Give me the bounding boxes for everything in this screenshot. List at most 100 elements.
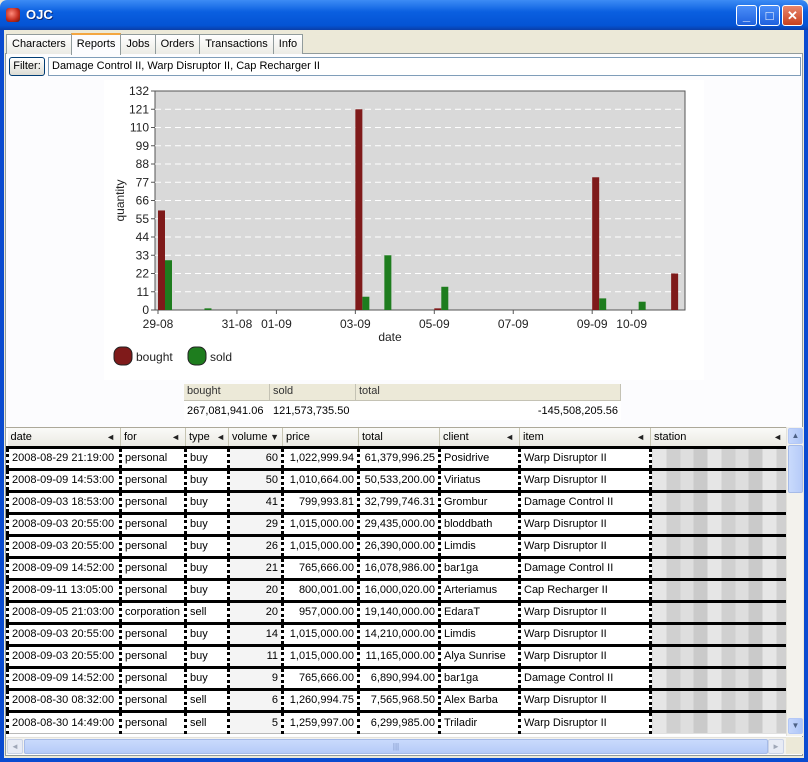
table-row[interactable]: 2008-08-30 08:32:00 personal sell 6 1,260,99… xyxy=(6,687,786,712)
cell-date: 2008-08-29 21:19:00 xyxy=(6,445,121,470)
cell-client: Triladir xyxy=(438,709,520,734)
cell-total: 6,299,985.00 xyxy=(357,709,440,734)
cell-item: Cap Recharger II xyxy=(518,577,651,602)
cell-for: personal xyxy=(119,489,186,514)
cell-total: 6,890,994.00 xyxy=(357,665,440,690)
horizontal-scrollbar[interactable]: ◄ ||| ► xyxy=(6,737,786,754)
window-title: OJC xyxy=(26,7,53,22)
column-header-total[interactable]: total xyxy=(358,428,440,448)
cell-item: Warp Disruptor II xyxy=(518,511,651,536)
column-header-station[interactable]: station ◄ xyxy=(650,428,786,448)
column-header-price[interactable]: price xyxy=(282,428,359,448)
scroll-left-icon[interactable]: ◄ xyxy=(7,739,23,754)
table-row[interactable]: 2008-09-05 21:03:00 corporation sell 20 957,… xyxy=(6,599,786,624)
cell-client: Limdis xyxy=(438,533,520,558)
cell-client: Limdis xyxy=(438,621,520,646)
table-row[interactable]: 2008-09-03 20:55:00 personal buy 29 1,015,00… xyxy=(6,511,786,536)
tab-transactions[interactable]: Transactions xyxy=(199,34,274,54)
cell-volume: 5 xyxy=(227,709,283,734)
cell-client: bar1ga xyxy=(438,555,520,580)
legend-swatch-bought xyxy=(113,346,133,366)
cell-price: 1,015,000.00 xyxy=(281,511,359,536)
table-row[interactable]: 2008-09-09 14:53:00 personal buy 50 1,010,66… xyxy=(6,467,786,492)
tab-jobs[interactable]: Jobs xyxy=(120,34,156,54)
cell-type: sell xyxy=(184,599,229,624)
cell-station xyxy=(649,555,786,580)
cell-item: Warp Disruptor II xyxy=(518,687,651,712)
column-header-label: total xyxy=(362,430,383,443)
cell-station xyxy=(649,577,786,602)
cell-price: 799,993.81 xyxy=(281,489,359,514)
table-row[interactable]: 2008-09-03 18:53:00 personal buy 41 799,993.… xyxy=(6,489,786,514)
scroll-right-icon[interactable]: ► xyxy=(768,739,784,754)
cell-client: Posidrive xyxy=(438,445,520,470)
cell-station xyxy=(649,533,786,558)
cell-station xyxy=(649,709,786,734)
cell-total: 16,000,020.00 xyxy=(357,577,440,602)
filter-button[interactable]: Filter: xyxy=(9,57,45,76)
column-header-item[interactable]: item ◄ xyxy=(519,428,651,448)
sort-down-icon: ▼ xyxy=(270,432,279,442)
totals-panel: bought sold total 267,081,941.06 121,573… xyxy=(184,384,621,420)
x-tick-label: 10-09 xyxy=(616,317,647,331)
scroll-up-icon[interactable]: ▲ xyxy=(788,428,803,444)
cell-client: EdaraT xyxy=(438,599,520,624)
table-row[interactable]: 2008-09-09 14:52:00 personal buy 9 765,666.0… xyxy=(6,665,786,690)
cell-for: personal xyxy=(119,445,186,470)
cell-for: personal xyxy=(119,577,186,602)
cell-for: personal xyxy=(119,687,186,712)
maximize-button[interactable]: □ xyxy=(759,5,780,26)
cell-date: 2008-09-03 20:55:00 xyxy=(6,643,121,668)
totals-value-bought: 267,081,941.06 xyxy=(187,405,264,417)
cell-price: 1,015,000.00 xyxy=(281,643,359,668)
table-row[interactable]: 2008-08-30 14:49:00 personal sell 5 1,259,99… xyxy=(6,709,786,734)
table-row[interactable]: 2008-09-11 13:05:00 personal buy 20 800,001.… xyxy=(6,577,786,602)
filter-input[interactable]: Damage Control II, Warp Disruptor II, Ca… xyxy=(48,57,801,76)
tab-orders[interactable]: Orders xyxy=(154,34,201,54)
cell-type: buy xyxy=(184,511,229,536)
cell-type: buy xyxy=(184,445,229,470)
tab-characters[interactable]: Characters xyxy=(6,34,72,54)
cell-station xyxy=(649,445,786,470)
minimize-button[interactable]: _ xyxy=(736,5,757,26)
table-row[interactable]: 2008-09-03 20:55:00 personal buy 11 1,015,00… xyxy=(6,643,786,668)
y-tick-label: 121 xyxy=(129,102,149,116)
cell-client: Alya Sunrise xyxy=(438,643,520,668)
window-frame-right xyxy=(804,30,808,762)
cell-type: buy xyxy=(184,643,229,668)
cell-for: personal xyxy=(119,555,186,580)
cell-volume: 6 xyxy=(227,687,283,712)
cell-price: 957,000.00 xyxy=(281,599,359,624)
tab-reports[interactable]: Reports xyxy=(70,33,122,55)
vertical-scrollbar[interactable]: ▲ ▼ xyxy=(786,427,803,736)
scroll-down-icon[interactable]: ▼ xyxy=(788,718,803,734)
window-frame-bottom xyxy=(0,758,808,762)
table-row[interactable]: 2008-08-29 21:19:00 personal buy 60 1,022,99… xyxy=(6,445,786,470)
sort-left-icon: ◄ xyxy=(636,432,645,442)
cell-date: 2008-09-03 20:55:00 xyxy=(6,511,121,536)
sort-left-icon: ◄ xyxy=(773,432,782,442)
sort-left-icon: ◄ xyxy=(171,432,180,442)
horizontal-scroll-thumb[interactable]: ||| xyxy=(24,739,768,754)
cell-date: 2008-09-09 14:52:00 xyxy=(6,555,121,580)
cell-date: 2008-09-03 18:53:00 xyxy=(6,489,121,514)
cell-type: buy xyxy=(184,555,229,580)
cell-item: Warp Disruptor II xyxy=(518,599,651,624)
column-header-type[interactable]: type ◄ xyxy=(185,428,229,448)
bar-sold xyxy=(362,296,370,310)
column-header-client[interactable]: client ◄ xyxy=(439,428,520,448)
table-row[interactable]: 2008-09-03 20:55:00 personal buy 26 1,015,00… xyxy=(6,533,786,558)
column-header-label: price xyxy=(286,430,310,443)
table-row[interactable]: 2008-09-03 20:55:00 personal buy 14 1,015,00… xyxy=(6,621,786,646)
cell-price: 1,010,664.00 xyxy=(281,467,359,492)
cell-volume: 14 xyxy=(227,621,283,646)
column-header-for[interactable]: for ◄ xyxy=(120,428,186,448)
close-button[interactable]: ✕ xyxy=(782,5,803,26)
table-row[interactable]: 2008-09-09 14:52:00 personal buy 21 765,666.… xyxy=(6,555,786,580)
column-header-date[interactable]: date ◄ xyxy=(7,428,121,448)
vertical-scroll-thumb[interactable] xyxy=(788,445,803,493)
cell-item: Warp Disruptor II xyxy=(518,621,651,646)
transactions-table: date ◄ for ◄ type ◄ volume ▼ price total cli… xyxy=(6,427,786,736)
column-header-volume[interactable]: volume ▼ xyxy=(228,428,283,448)
tab-info[interactable]: Info xyxy=(272,34,304,54)
